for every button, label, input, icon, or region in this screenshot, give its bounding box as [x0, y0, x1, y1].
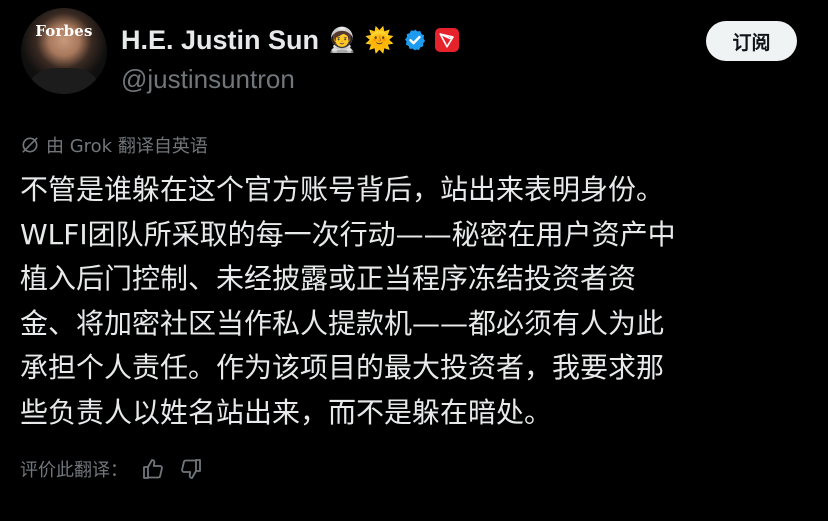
translation-notice: 由 Grok 翻译自英语 [20, 132, 208, 158]
translation-label: 由 Grok 翻译自英语 [46, 136, 208, 157]
author-display-name[interactable]: H.E. Justin Sun [121, 25, 319, 56]
avatar-forbes-logo: Forbes [35, 22, 93, 40]
post-line: 不管是谁躲在这个官方账号背后，站出来表明身份。 [20, 173, 665, 206]
tron-logo-icon[interactable] [434, 28, 459, 52]
post-line: 承担个人责任。作为该项目的最大投资者，我要求那 [20, 351, 665, 384]
post-body: 不管是谁躲在这个官方账号背后，站出来表明身份。 WLFI团队所采取的每一次行动—… [20, 168, 810, 435]
rate-translation-label: 评价此翻译： [20, 460, 128, 481]
author-handle[interactable]: @justinsuntron [121, 64, 295, 95]
sun-emoji: 🌞 [364, 26, 395, 54]
avatar[interactable]: Forbes [21, 8, 107, 94]
astronaut-emoji: 🧑‍🚀 [327, 26, 357, 54]
post-line: WLFI团队所采取的每一次行动——秘密在用户资产中 [20, 217, 676, 251]
post-line: 植入后门控制、未经披露或正当程序冻结投资者资 [20, 262, 637, 295]
post-line: 金、将加密社区当作私人提款机——都必须有人为此 [20, 306, 665, 340]
subscribe-button[interactable]: 订阅 [706, 21, 797, 61]
thumbs-down-icon[interactable] [178, 456, 204, 482]
thumbs-up-icon[interactable] [140, 456, 166, 482]
post-line: 些负责人以姓名站出来，而不是躲在暗处。 [20, 395, 553, 429]
author-name-row: H.E. Justin Sun 🧑‍🚀 🌞 [121, 22, 459, 58]
rate-translation: 评价此翻译： [20, 456, 204, 482]
avatar-figure [31, 68, 97, 94]
verified-badge-icon[interactable] [403, 28, 427, 52]
grok-icon [22, 137, 38, 153]
